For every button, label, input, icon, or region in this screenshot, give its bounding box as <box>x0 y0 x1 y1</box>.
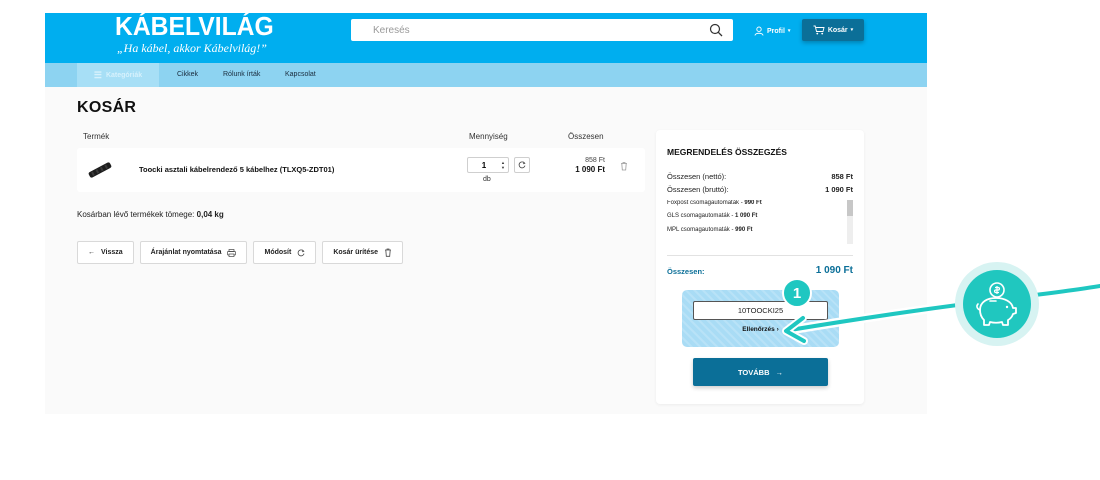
modify-label: Módosít <box>264 249 292 256</box>
logo-tagline: „Ha kábel, akkor Kábelvilág!” <box>117 41 267 55</box>
categories-menu[interactable]: ☰ Kategóriák <box>77 63 159 87</box>
cart-actions: ← Vissza Árajánlat nyomtatása Módosít Ko… <box>77 241 404 264</box>
shipping-option-name: GLS csomagautomaták - <box>667 213 734 219</box>
cart-item-row: Toocki asztali kábelrendező 5 kábelhez (… <box>77 148 645 192</box>
quantity-arrows[interactable]: ▲ ▼ <box>498 158 508 172</box>
cart-weight: Kosárban lévő termékek tömege: 0,04 kg <box>77 210 224 219</box>
refresh-quantity-button[interactable] <box>514 157 530 173</box>
shipping-option-price: 1 090 Ft <box>735 213 758 219</box>
continue-label: TOVÁBB <box>737 367 770 377</box>
arrow-left-icon: ← <box>88 249 95 256</box>
hamburger-icon: ☰ <box>93 69 102 80</box>
item-total-price: 1 090 Ft <box>575 165 605 174</box>
scrollbar-thumb[interactable] <box>847 200 853 216</box>
shipping-scrollbar[interactable] <box>847 200 853 244</box>
empty-cart-label: Kosár ürítése <box>333 249 379 256</box>
user-icon <box>754 26 764 36</box>
printer-icon <box>227 248 237 257</box>
nav-link-rolunk-irtak[interactable]: Rólunk írták <box>223 63 260 87</box>
modify-button[interactable]: Módosít <box>253 241 317 264</box>
back-label: Vissza <box>101 249 123 256</box>
chevron-down-icon: ▾ <box>787 28 791 34</box>
arrow-right-icon: → <box>775 367 784 377</box>
logo-text: KÁBELVILÁG <box>115 13 274 41</box>
quantity-stepper: ▲ ▼ <box>467 157 509 173</box>
site-logo[interactable]: KÁBELVILÁG „Ha kábel, akkor Kábelvilág!” <box>115 13 275 63</box>
empty-cart-button[interactable]: Kosár ürítése <box>322 241 404 264</box>
coupon-box: Ellenőrzés › <box>682 290 839 347</box>
shipping-option-name: MPL csomagautomaták - <box>667 227 734 233</box>
shipping-option-price: 990 Ft <box>735 227 753 233</box>
product-name[interactable]: Toocki asztali kábelrendező 5 kábelhez (… <box>139 165 334 174</box>
summary-gross-row: Összesen (bruttó): 1 090 Ft <box>667 185 853 194</box>
gross-value: 1 090 Ft <box>825 185 853 194</box>
continue-button[interactable]: TOVÁBB → <box>693 358 828 386</box>
top-header: KÁBELVILÁG „Ha kábel, akkor Kábelvilág!”… <box>45 13 927 63</box>
column-header-quantity: Mennyiség <box>469 132 508 141</box>
step-badge: 1 <box>782 278 812 308</box>
chevron-down-icon[interactable]: ▼ <box>501 165 505 170</box>
categories-label: Kategóriák <box>105 71 143 79</box>
gross-label: Összesen (bruttó): <box>667 185 729 194</box>
chevron-right-icon: › <box>776 326 779 333</box>
search-bar <box>351 19 733 41</box>
weight-label: Kosárban lévő termékek tömege: <box>77 210 195 219</box>
nav-link-kapcsolat[interactable]: Kapcsolat <box>285 63 316 87</box>
summary-title: MEGRENDELÉS ÖSSZEGZÉS <box>667 147 787 157</box>
trash-icon[interactable] <box>619 161 629 171</box>
coupon-check-label: Ellenőrzés <box>742 326 775 333</box>
cart-button[interactable]: Kosár ▾ <box>802 19 864 41</box>
cart-label: Kosár <box>827 26 848 34</box>
trash-icon <box>385 248 392 257</box>
shipping-options-list[interactable]: Foxpost csomagautomaták - 990 Ft GLS cso… <box>667 200 854 244</box>
page: KÁBELVILÁG „Ha kábel, akkor Kábelvilág!”… <box>0 0 1100 480</box>
piggy-bank-icon <box>976 282 1017 326</box>
shipping-option-price: 990 Ft <box>744 200 762 206</box>
quantity-input[interactable] <box>468 158 500 172</box>
back-button[interactable]: ← Vissza <box>77 241 134 264</box>
refresh-icon <box>298 248 305 256</box>
summary-divider <box>667 255 853 256</box>
coupon-input[interactable] <box>693 301 828 320</box>
search-icon[interactable] <box>709 23 723 37</box>
shipping-option: Foxpost csomagautomaták - 990 Ft <box>667 200 762 206</box>
grand-total-value: 1 090 Ft <box>815 265 853 276</box>
grand-total-label: Összesen: <box>667 267 705 276</box>
product-image[interactable] <box>87 160 113 180</box>
weight-value: 0,04 kg <box>196 210 224 219</box>
net-value: 858 Ft <box>831 172 853 181</box>
webshop-window: KÁBELVILÁG „Ha kábel, akkor Kábelvilág!”… <box>45 13 927 414</box>
chevron-down-icon: ▾ <box>850 27 854 33</box>
main-nav: ☰ Kategóriák Cikkek Rólunk írták Kapcsol… <box>45 63 927 87</box>
coupon-check-button[interactable]: Ellenőrzés › <box>682 326 839 333</box>
unit-price: 858 Ft <box>585 157 605 164</box>
shipping-option-name: Foxpost csomagautomaták - <box>667 200 743 206</box>
page-title: KOSÁR <box>77 99 137 116</box>
summary-net-row: Összesen (nettó): 858 Ft <box>667 172 853 181</box>
quantity-unit: db <box>483 176 491 183</box>
search-input[interactable] <box>351 19 691 41</box>
order-summary-panel: MEGRENDELÉS ÖSSZEGZÉS Összesen (nettó): … <box>656 130 864 404</box>
shipping-option: MPL csomagautomaták - 990 Ft <box>667 227 753 233</box>
cart-icon <box>813 25 825 35</box>
column-header-total: Összesen <box>568 132 604 141</box>
shipping-option: GLS csomagautomaták - 1 090 Ft <box>667 213 757 219</box>
print-quote-button[interactable]: Árajánlat nyomtatása <box>139 241 248 264</box>
piggy-bank-badge <box>963 270 1031 338</box>
column-header-product: Termék <box>83 132 110 141</box>
net-label: Összesen (nettó): <box>667 172 727 181</box>
profile-label: Profil <box>767 27 785 35</box>
refresh-icon <box>518 161 526 169</box>
nav-link-cikkek[interactable]: Cikkek <box>177 63 198 87</box>
profile-menu[interactable]: Profil ▾ <box>754 23 790 39</box>
print-quote-label: Árajánlat nyomtatása <box>150 249 222 256</box>
